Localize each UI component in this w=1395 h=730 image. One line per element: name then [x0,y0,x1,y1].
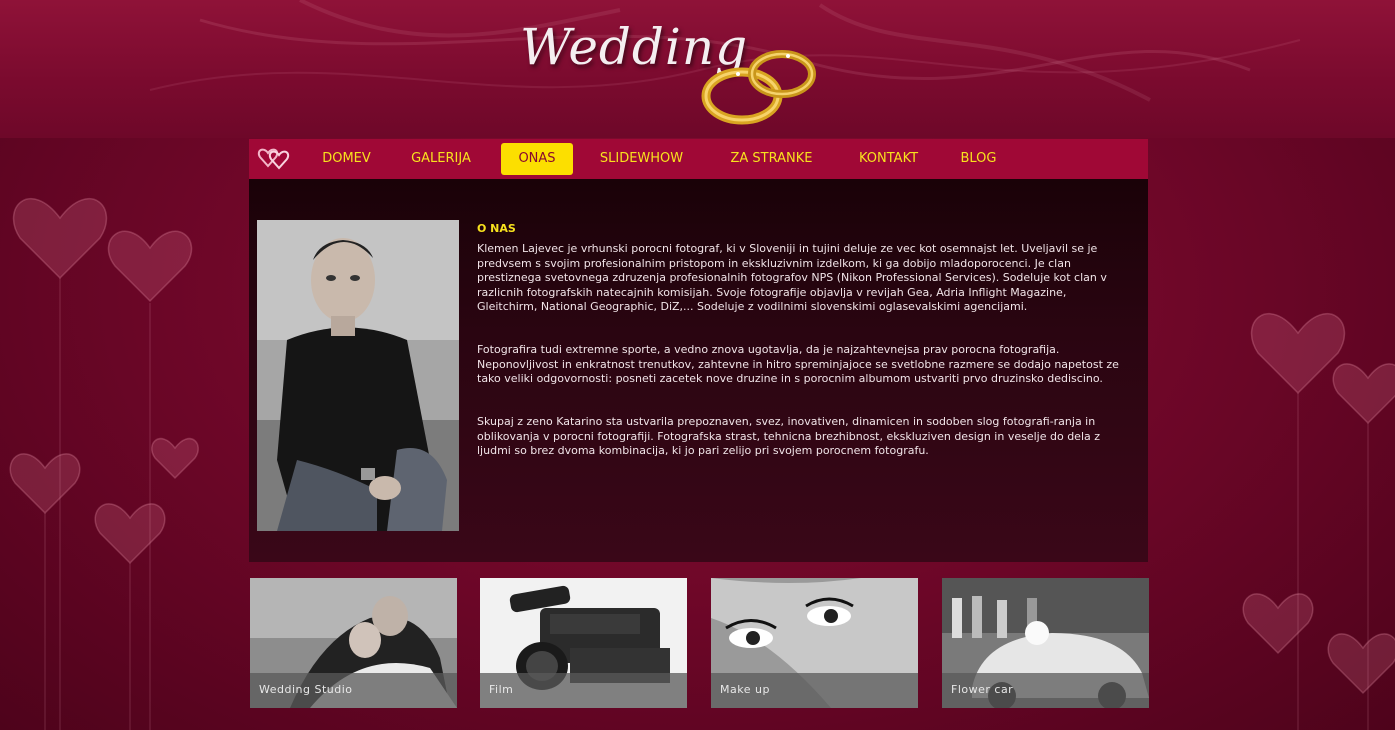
thumbnail-film[interactable]: Film [480,578,687,708]
thumbnail-caption: Film [480,673,687,708]
thumbnail-caption: Wedding Studio [250,673,457,708]
nav-item-kontakt[interactable]: KONTAKT [846,143,931,175]
thumbnail-caption: Flower car [942,673,1149,708]
thumbnail-wedding-studio[interactable]: Wedding Studio [250,578,457,708]
about-paragraph-2: Fotografira tudi extremne sporte, a vedn… [477,343,1119,386]
thumbnail-caption-text: Make up [720,683,770,696]
nav-item-onas[interactable]: ONAS [501,143,573,175]
thumbnail-caption-text: Wedding Studio [259,683,353,696]
nav-item-blog[interactable]: BLOG [951,143,1006,175]
thumbnail-flower-car[interactable]: Flower car [942,578,1149,708]
hearts-decoration-left [9,197,199,730]
thumbnail-caption-text: Flower car [951,683,1014,696]
main-navigation: DOMEV GALERIJA ONAS SLIDEWHOW ZA STRANKE… [249,139,1148,179]
about-section: O NAS Klemen Lajevec je vrhunski porocni… [249,179,1148,562]
about-paragraph-3: Skupaj z zeno Katarino sta ustvarila pre… [477,415,1101,458]
about-title: O NAS [477,222,516,235]
wedding-rings-icon [701,50,816,125]
nav-item-za-stranke[interactable]: ZA STRANKE [719,143,824,175]
hearts-icon [257,148,290,170]
nav-item-domev[interactable]: DOMEV [309,143,384,175]
site-header: Wedding [0,0,1395,138]
nav-item-galerija[interactable]: GALERIJA [401,143,481,175]
thumbnail-make-up[interactable]: Make up [711,578,918,708]
thumbnail-caption-text: Film [489,683,514,696]
hearts-decoration-right [1242,312,1395,730]
photographer-portrait [257,220,459,531]
about-paragraph-1: Klemen Lajevec je vrhunski porocni fotog… [477,242,1107,314]
nav-item-slidewhow[interactable]: SLIDEWHOW [589,143,694,175]
thumbnail-caption: Make up [711,673,918,708]
